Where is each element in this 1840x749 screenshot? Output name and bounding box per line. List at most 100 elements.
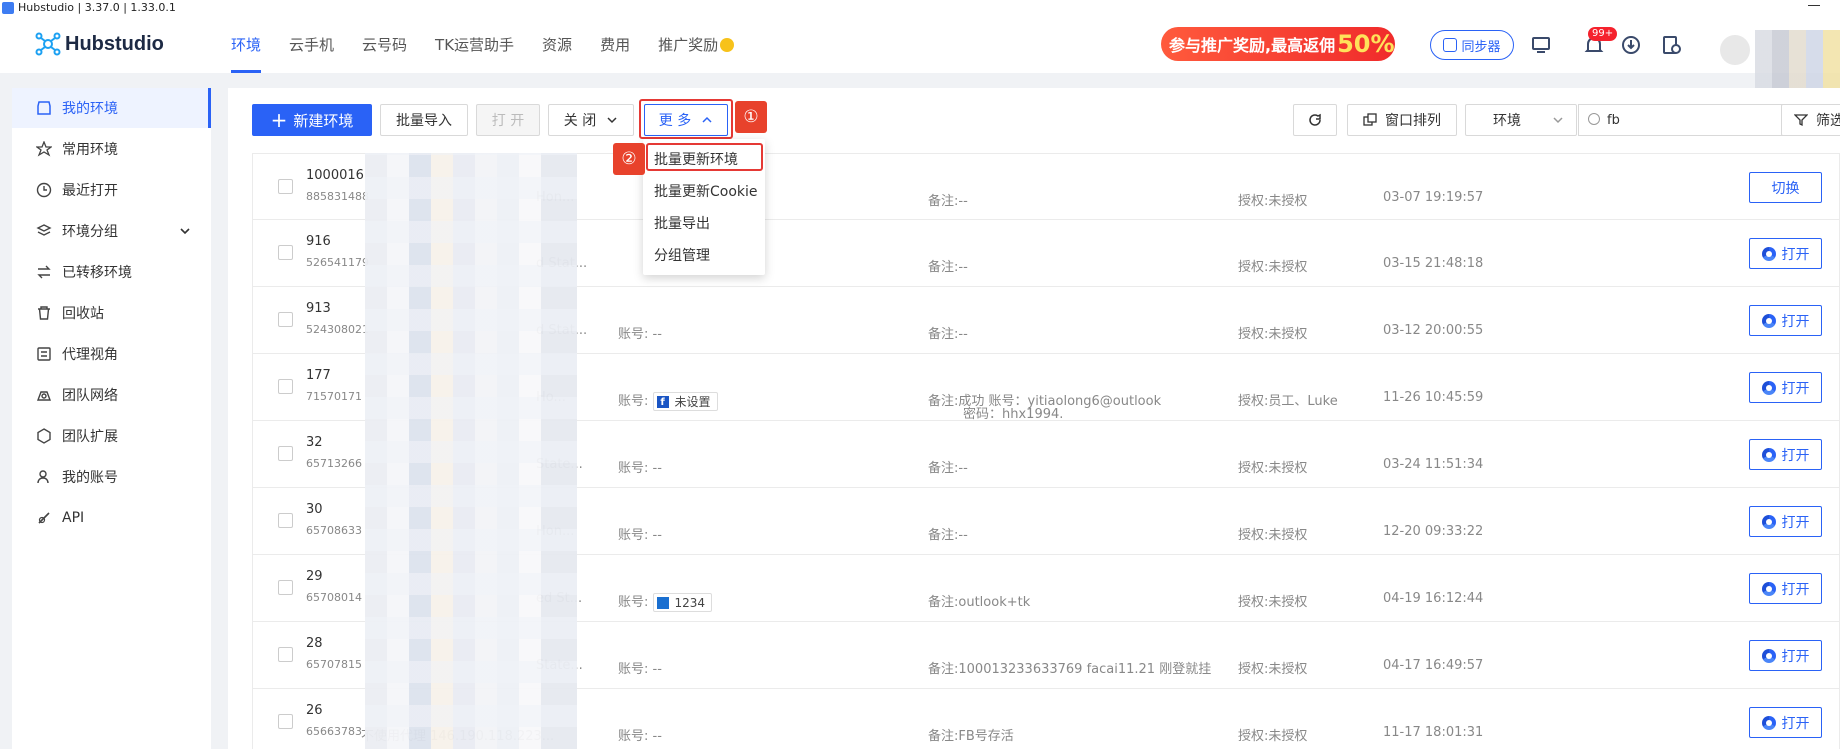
- account-cell: 账号: --: [618, 457, 662, 476]
- account-cell: 账号: --: [618, 323, 662, 342]
- row-checkbox[interactable]: [278, 580, 293, 595]
- proxy-icon: [36, 346, 52, 362]
- user-avatar[interactable]: [1720, 35, 1750, 65]
- open-environment-button[interactable]: 打开: [1749, 238, 1822, 269]
- account-label: 账号:: [618, 595, 649, 610]
- open-environment-button[interactable]: 打开: [1749, 439, 1822, 470]
- environment-id: 29: [306, 569, 323, 584]
- open-environment-button[interactable]: 打开: [1749, 372, 1822, 403]
- note-value: outlook+tk: [958, 595, 1031, 610]
- row-checkbox[interactable]: [278, 513, 293, 528]
- menu-item-batch-export[interactable]: 批量导出: [654, 213, 710, 233]
- sidebar-item-recycle-bin[interactable]: 回收站: [12, 293, 211, 333]
- nav-environment[interactable]: 环境: [231, 15, 262, 73]
- row-checkbox[interactable]: [278, 714, 293, 729]
- open-environment-button[interactable]: 打开: [1749, 707, 1822, 738]
- new-environment-button[interactable]: + 新建环境: [252, 104, 372, 136]
- monitor-icon[interactable]: [1530, 34, 1552, 56]
- environment-type-select[interactable]: 环境: [1465, 104, 1577, 136]
- schedule-icon[interactable]: [1660, 34, 1682, 56]
- chevron-down-icon: [1553, 117, 1563, 124]
- row-checkbox[interactable]: [278, 179, 293, 194]
- facebook-icon: f: [656, 395, 669, 408]
- auth-label: 授权:: [1238, 394, 1269, 409]
- account-value: --: [652, 662, 662, 677]
- sidebar-item-label: 我的账号: [62, 470, 118, 486]
- menu-item-group-management[interactable]: 分组管理: [654, 245, 710, 265]
- nav-tk-assistant[interactable]: TK运营助手: [435, 15, 514, 73]
- nav-resources[interactable]: 资源: [542, 15, 572, 73]
- sidebar-item-label: 代理视角: [62, 347, 118, 363]
- nav-fees[interactable]: 费用: [600, 15, 630, 73]
- star-icon: [36, 141, 52, 157]
- sidebar-item-api[interactable]: API: [12, 498, 211, 538]
- account-tag[interactable]: f 未设置: [652, 392, 718, 411]
- environment-id: 913: [306, 301, 331, 316]
- auth-label: 授权:: [1238, 528, 1269, 543]
- account-tag[interactable]: 1234: [652, 593, 713, 612]
- nav-cloud-number[interactable]: 云号码: [362, 15, 407, 73]
- promo-text: 参与推广奖励,最高返佣: [1169, 36, 1336, 55]
- auth-label: 授权:: [1238, 729, 1269, 744]
- auth-label: 授权:: [1238, 327, 1269, 342]
- promo-banner[interactable]: 参与推广奖励,最高返佣 50%: [1161, 27, 1395, 61]
- extension-icon: [36, 428, 52, 444]
- row-checkbox[interactable]: [278, 379, 293, 394]
- note-cell: 备注:--: [928, 457, 968, 476]
- window-title: Hubstudio | 3.37.0 | 1.33.0.1: [18, 1, 176, 14]
- last-opened-time: 04-19 16:12:44: [1383, 591, 1484, 606]
- sidebar: 我的环境 常用环境 最近打开 环境分组 已转移环境 回收站 代理视角 团队网络 …: [12, 88, 211, 749]
- note-line-2: 密码：hhx1994.: [963, 407, 1064, 422]
- download-icon[interactable]: [1620, 34, 1642, 56]
- sidebar-item-label: 已转移环境: [62, 265, 132, 281]
- auth-value: 未授权: [1268, 528, 1308, 543]
- auth-value: 未授权: [1268, 461, 1308, 476]
- batch-import-button[interactable]: 批量导入: [380, 104, 468, 136]
- row-checkbox[interactable]: [278, 446, 293, 461]
- refresh-button[interactable]: [1293, 104, 1337, 136]
- nav-cloud-phone[interactable]: 云手机: [289, 15, 334, 73]
- outlook-icon: [656, 596, 669, 609]
- open-environment-button[interactable]: 打开: [1749, 305, 1822, 336]
- sidebar-item-label: 我的环境: [62, 101, 118, 117]
- switch-environment-button[interactable]: 切换: [1749, 172, 1822, 203]
- browser-icon: [1761, 380, 1776, 395]
- row-checkbox[interactable]: [278, 647, 293, 662]
- sidebar-item-proxy-view[interactable]: 代理视角: [12, 334, 211, 374]
- nav-promotion[interactable]: 推广奖励: [658, 15, 735, 73]
- row-checkbox[interactable]: [278, 245, 293, 260]
- synchronizer-button[interactable]: 同步器: [1430, 30, 1514, 60]
- minimize-button[interactable]: [1808, 5, 1820, 6]
- open-environment-button[interactable]: 打开: [1749, 573, 1822, 604]
- hubstudio-logo[interactable]: Hubstudio: [35, 31, 164, 57]
- filter-button[interactable]: 筛选: [1781, 104, 1840, 136]
- action-label: 打开: [1781, 447, 1810, 464]
- window-arrange-button[interactable]: 窗口排列: [1347, 104, 1457, 136]
- note-cell: 备注:100013233633769 facai11.21 刚登就挂: [928, 658, 1211, 677]
- clock-icon: [36, 182, 52, 198]
- sidebar-item-common-environments[interactable]: 常用环境: [12, 129, 211, 169]
- sidebar-item-team-extensions[interactable]: 团队扩展: [12, 416, 211, 456]
- sidebar-item-my-account[interactable]: 我的账号: [12, 457, 211, 497]
- sidebar-item-recently-opened[interactable]: 最近打开: [12, 170, 211, 210]
- close-button[interactable]: 关 闭: [548, 104, 634, 136]
- sidebar-item-team-network[interactable]: 团队网络: [12, 375, 211, 415]
- browser-icon: [1761, 313, 1776, 328]
- account-value: --: [652, 327, 662, 342]
- browser-icon: [1761, 715, 1776, 730]
- open-environment-button[interactable]: 打开: [1749, 506, 1822, 537]
- account-cell: 账号: --: [618, 524, 662, 543]
- sidebar-item-transferred-environments[interactable]: 已转移环境: [12, 252, 211, 292]
- open-button[interactable]: 打 开: [476, 104, 540, 136]
- row-checkbox[interactable]: [278, 312, 293, 327]
- sidebar-item-my-environments[interactable]: 我的环境: [12, 88, 211, 128]
- search-input[interactable]: fb: [1578, 104, 1811, 136]
- open-environment-button[interactable]: 打开: [1749, 640, 1822, 671]
- sidebar-item-environment-groups[interactable]: 环境分组: [12, 211, 211, 251]
- sync-icon: [1443, 38, 1458, 52]
- chevron-down-icon[interactable]: [177, 223, 193, 239]
- auth-cell: 授权:未授权: [1238, 457, 1307, 476]
- note-cell: 备注:--: [928, 190, 968, 209]
- environment-serial: 65708633: [306, 524, 362, 537]
- menu-item-batch-update-cookie[interactable]: 批量更新Cookie: [654, 181, 758, 201]
